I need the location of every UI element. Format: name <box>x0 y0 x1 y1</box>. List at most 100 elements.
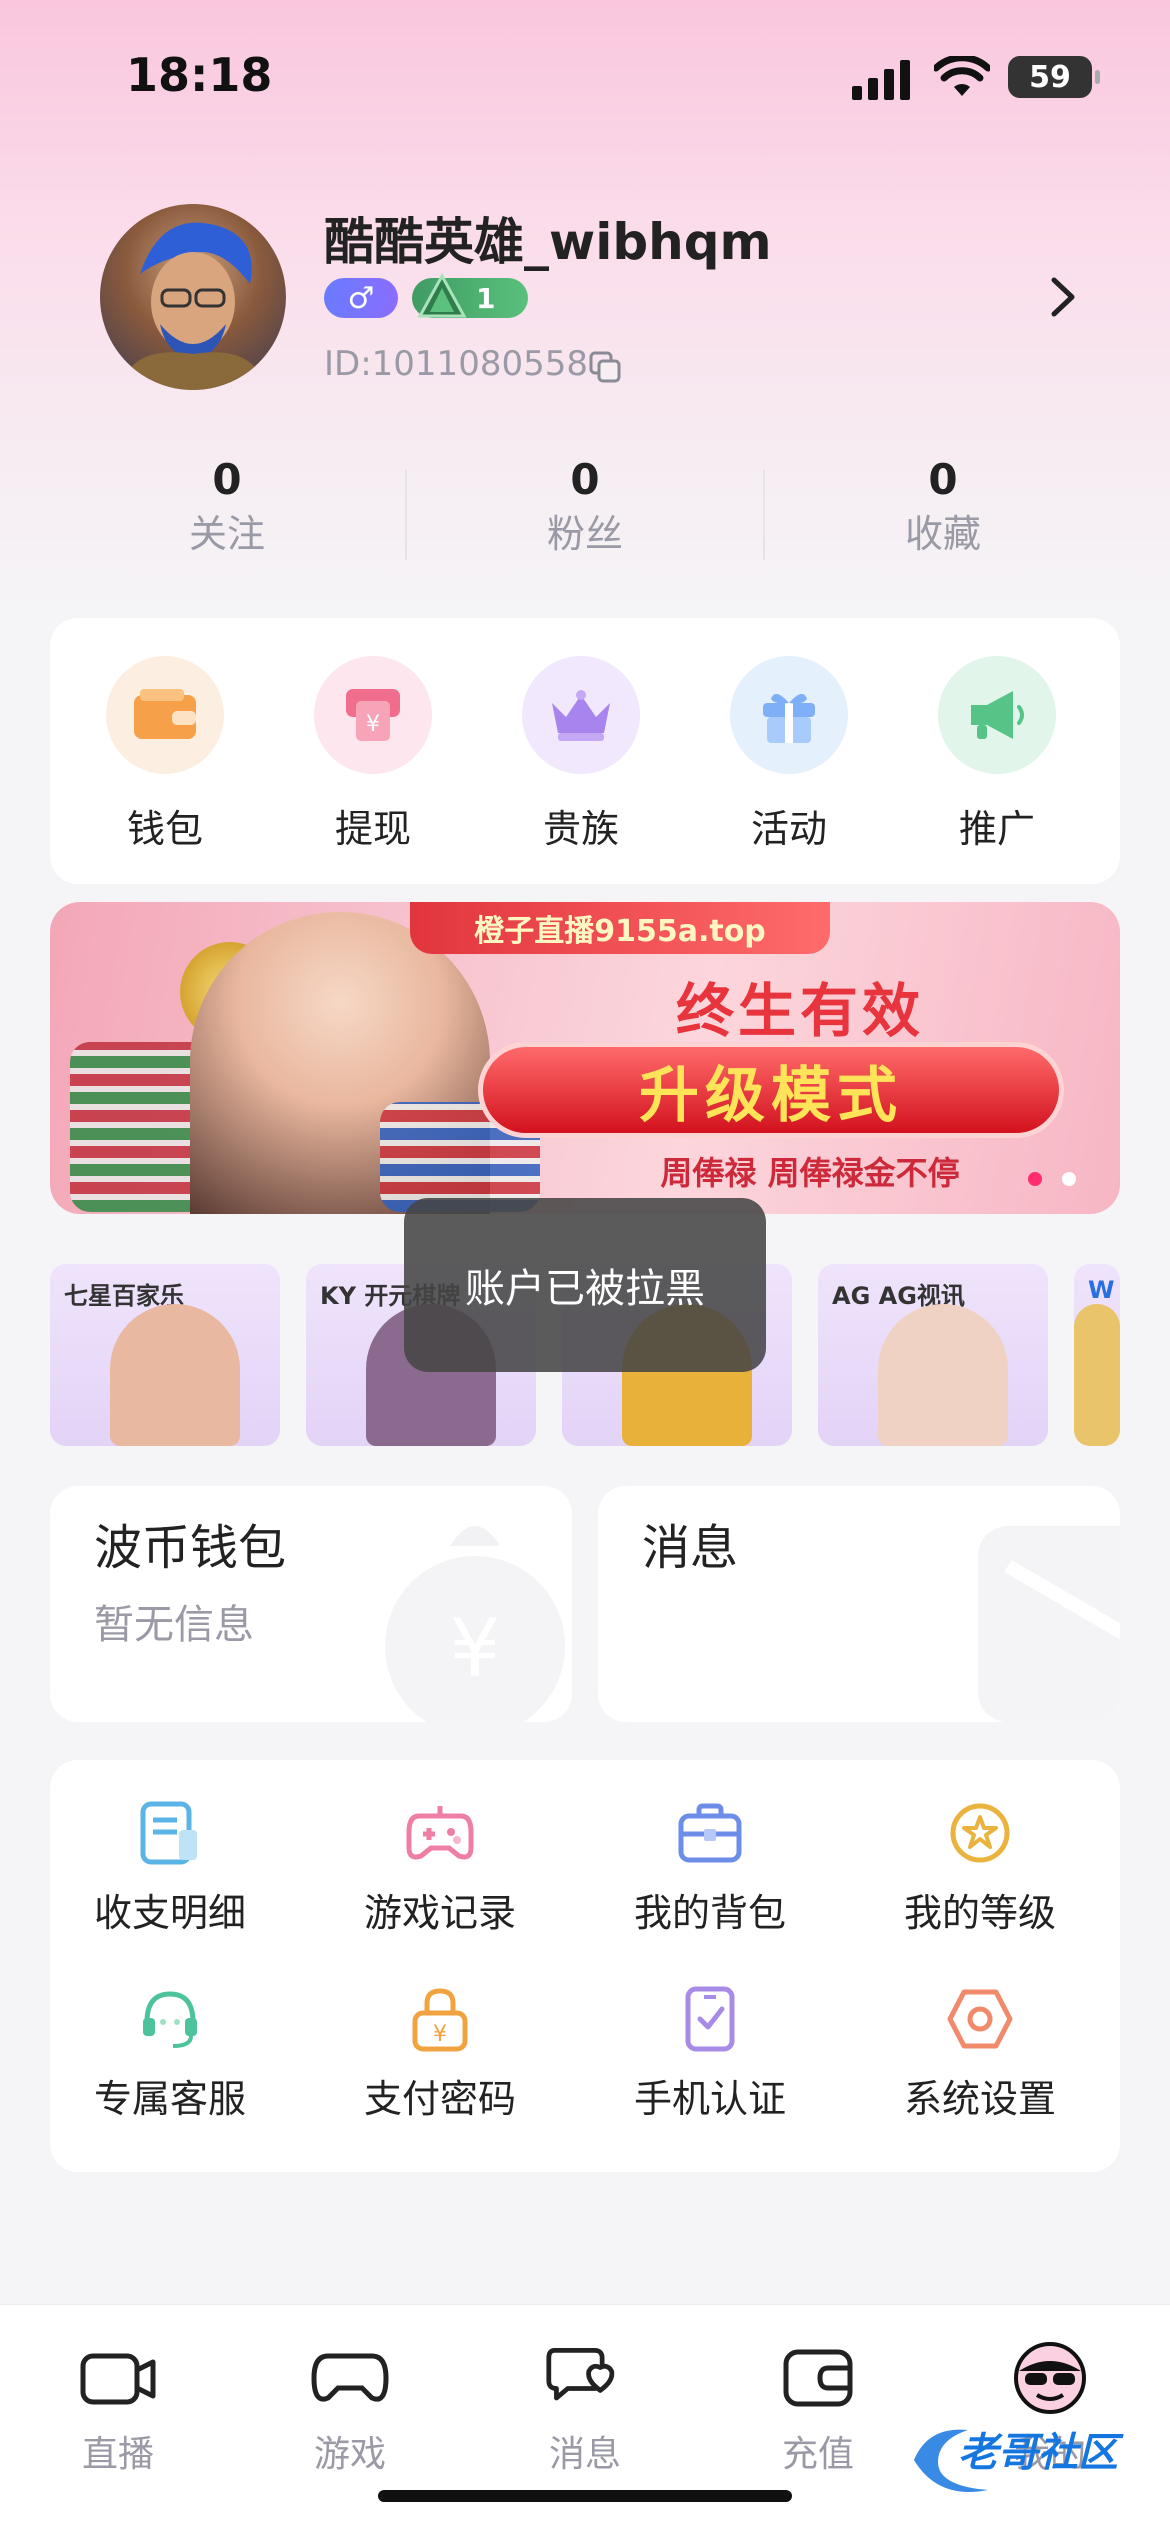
menu-item-label: 手机认证 <box>633 2077 786 2121</box>
menu-item-payment-password[interactable]: ¥ 支付密码 <box>320 1984 560 2123</box>
gender-badge: ♂ <box>324 278 398 318</box>
game-tile[interactable]: 七星百家乐 <box>50 1264 280 1446</box>
me-avatar-icon <box>1010 2341 1090 2415</box>
stat-fans[interactable]: 0 粉丝 <box>485 452 685 560</box>
quick-action-label: 推广 <box>958 807 1035 851</box>
stat-following[interactable]: 0 关注 <box>127 452 327 560</box>
menu-item-my-level[interactable]: 我的等级 <box>860 1798 1100 1937</box>
settings-hex-icon <box>945 1984 1015 2054</box>
menu-item-label: 我的背包 <box>633 1891 786 1935</box>
phone-check-icon <box>675 1984 745 2054</box>
stat-label: 收藏 <box>904 512 981 556</box>
tab-label: 直播 <box>81 2434 154 2475</box>
tab-messages[interactable]: 消息 <box>495 2341 675 2477</box>
gamepad-icon <box>405 1798 475 1868</box>
tab-live[interactable]: 直播 <box>28 2341 208 2477</box>
menu-item-phone-verification[interactable]: 手机认证 <box>590 1984 830 2123</box>
status-bar: 18:18 59 <box>0 0 1170 150</box>
profile-stats: 0 关注 0 粉丝 0 收藏 <box>0 452 1170 572</box>
tab-recharge[interactable]: 充值 <box>728 2341 908 2477</box>
menu-item-transactions[interactable]: 收支明细 <box>50 1798 290 1937</box>
wifi-icon <box>934 56 990 96</box>
stat-favorites[interactable]: 0 收藏 <box>843 452 1043 560</box>
username: 酷酷英雄_wibhqm <box>324 213 772 271</box>
backpack-icon <box>675 1798 745 1868</box>
stat-value: 0 <box>570 455 600 504</box>
avatar[interactable] <box>100 204 286 390</box>
quick-action-events[interactable]: 活动 <box>709 656 869 853</box>
headset-icon <box>135 1984 205 2054</box>
money-bag-icon: ¥ <box>385 1526 565 1722</box>
copy-icon[interactable] <box>588 350 622 384</box>
svg-text:¥: ¥ <box>366 712 380 737</box>
quick-action-withdraw[interactable]: ¥ 提现 <box>293 656 453 853</box>
live-camera-icon <box>78 2341 158 2415</box>
level-gem-icon <box>417 272 467 318</box>
level-number: 1 <box>476 281 496 315</box>
lock-icon: ¥ <box>405 1984 475 2054</box>
svg-text:¥: ¥ <box>450 1602 501 1695</box>
stat-label: 关注 <box>188 512 265 556</box>
quick-action-label: 活动 <box>750 807 827 851</box>
tab-games[interactable]: 游戏 <box>260 2341 440 2477</box>
stat-divider <box>405 470 407 560</box>
stat-value: 0 <box>212 455 242 504</box>
menu-item-game-records[interactable]: 游戏记录 <box>320 1798 560 1937</box>
ledger-icon <box>135 1798 205 1868</box>
carousel-dot-active[interactable] <box>1028 1172 1042 1186</box>
crown-icon <box>522 656 640 774</box>
banner-pill-text: 升级模式 <box>478 1042 1064 1138</box>
avatar-image <box>120 222 266 390</box>
carousel-dot[interactable] <box>1062 1172 1076 1186</box>
quick-action-wallet[interactable]: 钱包 <box>85 656 245 853</box>
message-card[interactable]: 消息 <box>598 1486 1120 1722</box>
battery-indicator: 59 <box>1008 56 1100 98</box>
promo-banner[interactable]: 橙子直播9155a.top 终生有效 升级模式 周俸禄 周俸禄金不停 <box>50 902 1120 1214</box>
gift-icon <box>730 656 848 774</box>
quick-action-label: 钱包 <box>126 807 203 851</box>
stat-label: 粉丝 <box>546 512 623 556</box>
quick-action-promote[interactable]: 推广 <box>917 656 1077 853</box>
banner-headline: 终生有效 <box>675 977 924 1045</box>
game-tile-label: W <box>1088 1276 1115 1304</box>
menu-item-label: 游戏记录 <box>363 1891 516 1935</box>
game-tile-image <box>1074 1304 1120 1446</box>
tab-label: 消息 <box>548 2434 621 2475</box>
menu-item-backpack[interactable]: 我的背包 <box>590 1798 830 1937</box>
tab-label: 游戏 <box>313 2434 386 2475</box>
chevron-right-icon[interactable] <box>1046 276 1080 318</box>
svg-text:¥: ¥ <box>433 2022 447 2047</box>
chat-tab-icon <box>545 2341 625 2415</box>
menu-item-customer-service[interactable]: 专属客服 <box>50 1984 290 2123</box>
male-icon: ♂ <box>347 280 375 316</box>
withdraw-icon: ¥ <box>314 656 432 774</box>
wallet-tab-icon <box>778 2341 858 2415</box>
game-tile-image <box>110 1304 240 1446</box>
quick-action-label: 提现 <box>334 807 411 851</box>
wallet-card-title: 波币钱包 <box>94 1520 287 1576</box>
quick-actions-card: 钱包 ¥ 提现 贵族 活动 推广 <box>50 618 1120 884</box>
tab-label: 充值 <box>781 2434 854 2475</box>
menu-item-label: 支付密码 <box>363 2077 516 2121</box>
game-tile[interactable]: AG AG视讯 <box>818 1264 1048 1446</box>
level-badge: 1 <box>412 272 528 318</box>
game-tile[interactable]: W <box>1074 1264 1120 1446</box>
watermark-text: 老哥社区 <box>958 2430 1118 2476</box>
watermark-logo: 老哥社区 <box>908 2420 1154 2500</box>
wallet-card[interactable]: ¥ 波币钱包 暂无信息 <box>50 1486 572 1722</box>
wallet-icon <box>106 656 224 774</box>
status-time: 18:18 <box>126 48 273 102</box>
stat-divider <box>763 470 765 560</box>
quick-action-label: 贵族 <box>542 807 619 851</box>
menu-item-label: 专属客服 <box>93 2077 246 2121</box>
home-indicator <box>378 2490 792 2502</box>
toast-message: 账户已被拉黑 <box>404 1198 766 1372</box>
menu-grid-card: 收支明细 游戏记录 我的背包 我的等级 专属客服 ¥ 支付密码 手机认证 系统设… <box>50 1760 1120 2172</box>
menu-item-system-settings[interactable]: 系统设置 <box>860 1984 1100 2123</box>
stat-value: 0 <box>928 455 958 504</box>
gamepad-tab-icon <box>310 2341 390 2415</box>
quick-action-noble[interactable]: 贵族 <box>501 656 661 853</box>
menu-item-label: 系统设置 <box>903 2077 1056 2121</box>
user-id: ID:1011080558 <box>324 344 588 384</box>
star-badge-icon <box>945 1798 1015 1868</box>
